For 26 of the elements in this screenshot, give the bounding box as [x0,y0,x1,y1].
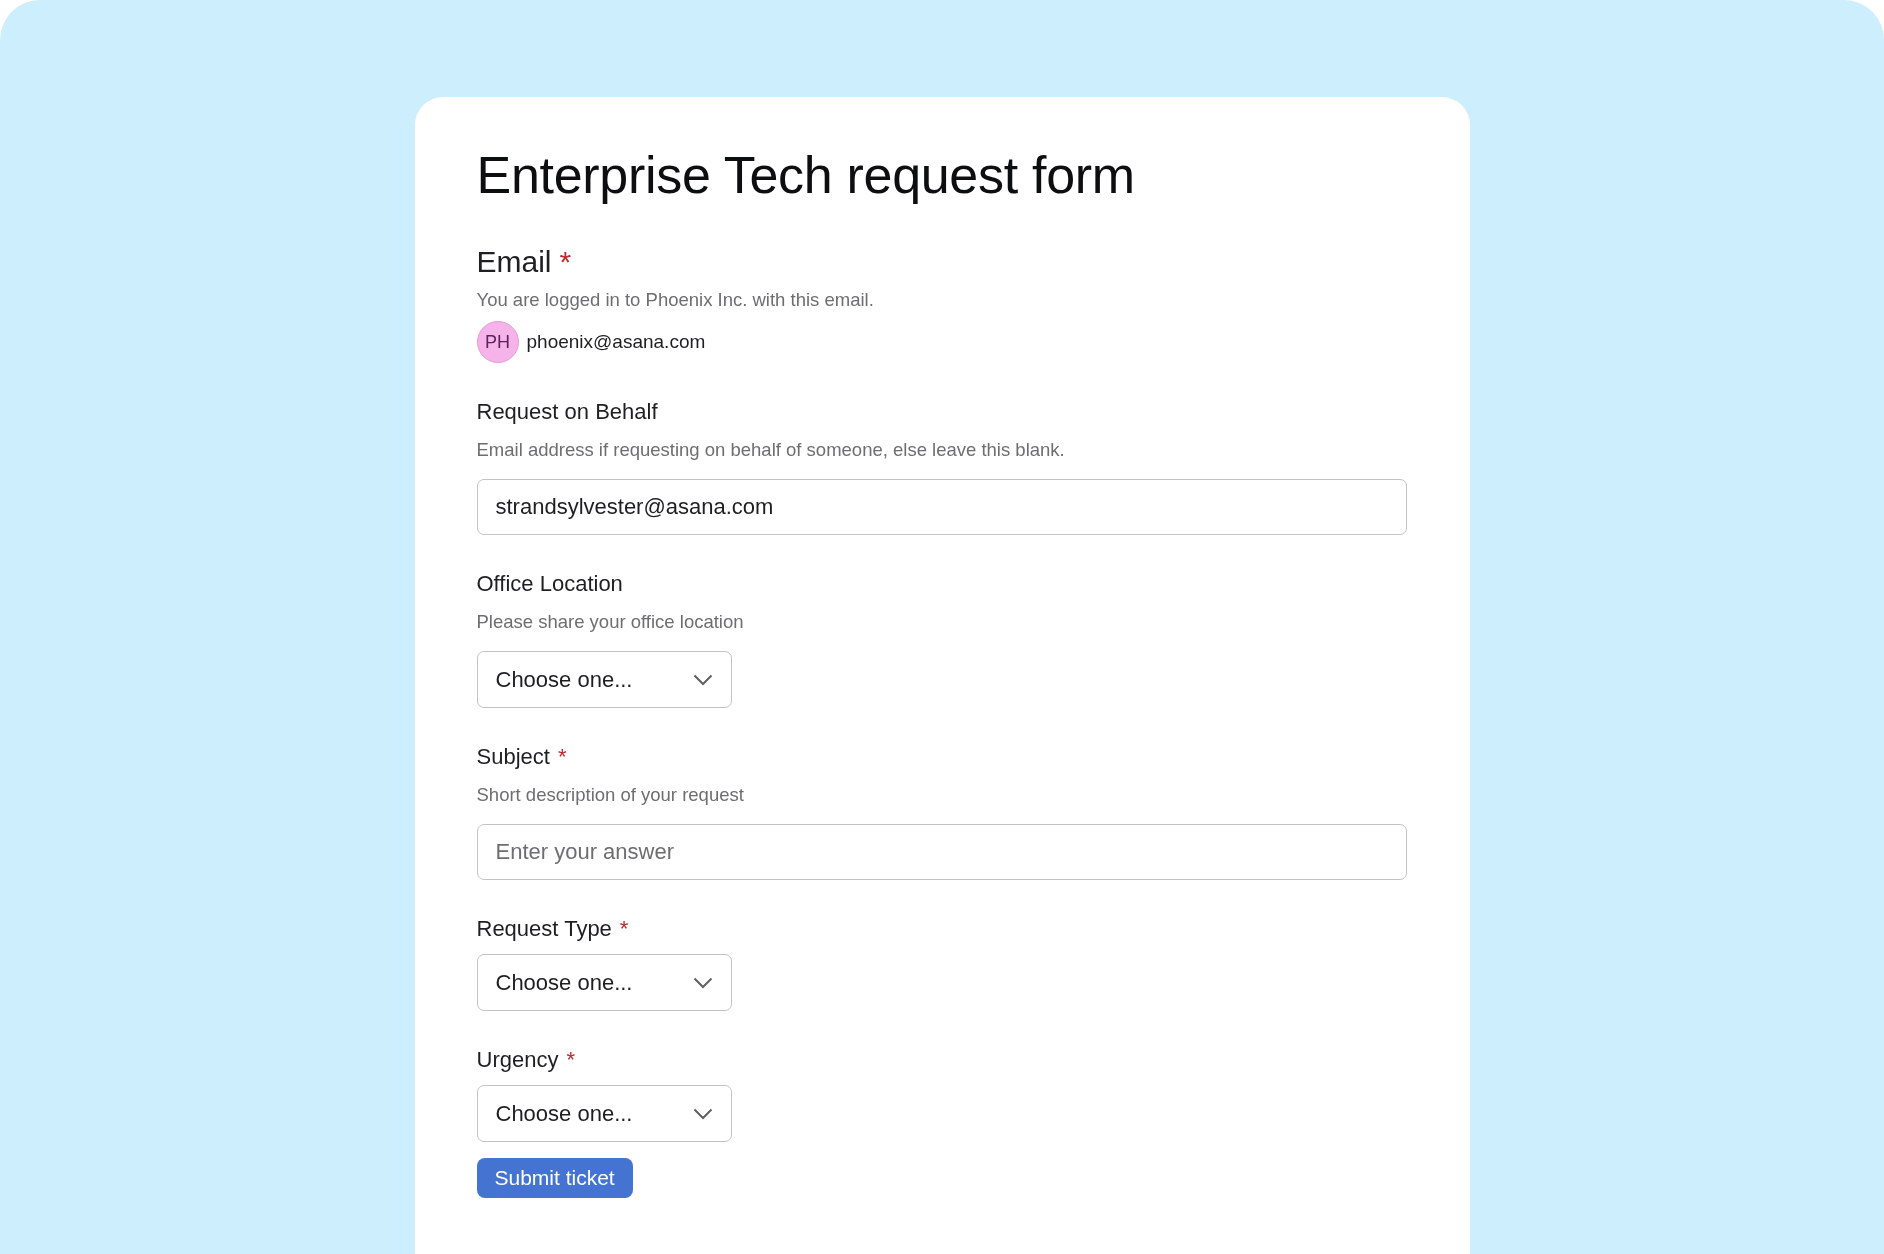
field-label: Subject [476,744,550,769]
field-description: Please share your office location [476,611,744,633]
text-field[interactable]: Enter your answer [476,824,1407,880]
form-title: Enterprise Tech request form [476,145,1136,205]
required-asterisk: * [566,1047,575,1072]
field-description: Short description of your request [476,784,744,806]
dropdown[interactable]: Choose one... [476,651,732,708]
user-email: phoenix@asana.com [526,331,706,353]
required-asterisk: * [557,744,567,769]
field-label: Request Type [476,916,612,941]
chevron-down-icon [692,976,713,989]
field-description: You are logged in to Phoenix Inc. with this email. [476,289,874,311]
field-description: Email address if requesting on behalf of someone, else leave this blank. [476,439,1065,461]
submit-button[interactable]: Submit ticket [476,1158,633,1198]
required-asterisk: * [559,245,572,278]
chevron-down-icon [692,673,713,686]
dropdown[interactable]: Choose one... [476,1085,732,1142]
field-label: Email [476,245,552,278]
text-field[interactable]: strandsylvester@asana.com [476,479,1407,535]
required-asterisk: * [619,916,629,941]
dropdown[interactable]: Choose one... [476,954,732,1011]
chevron-down-icon [692,1107,713,1120]
field-label: Request on Behalf [476,399,658,424]
field-label: Office Location [476,571,623,596]
avatar: PH [476,321,519,363]
field-label: Urgency [476,1047,559,1072]
